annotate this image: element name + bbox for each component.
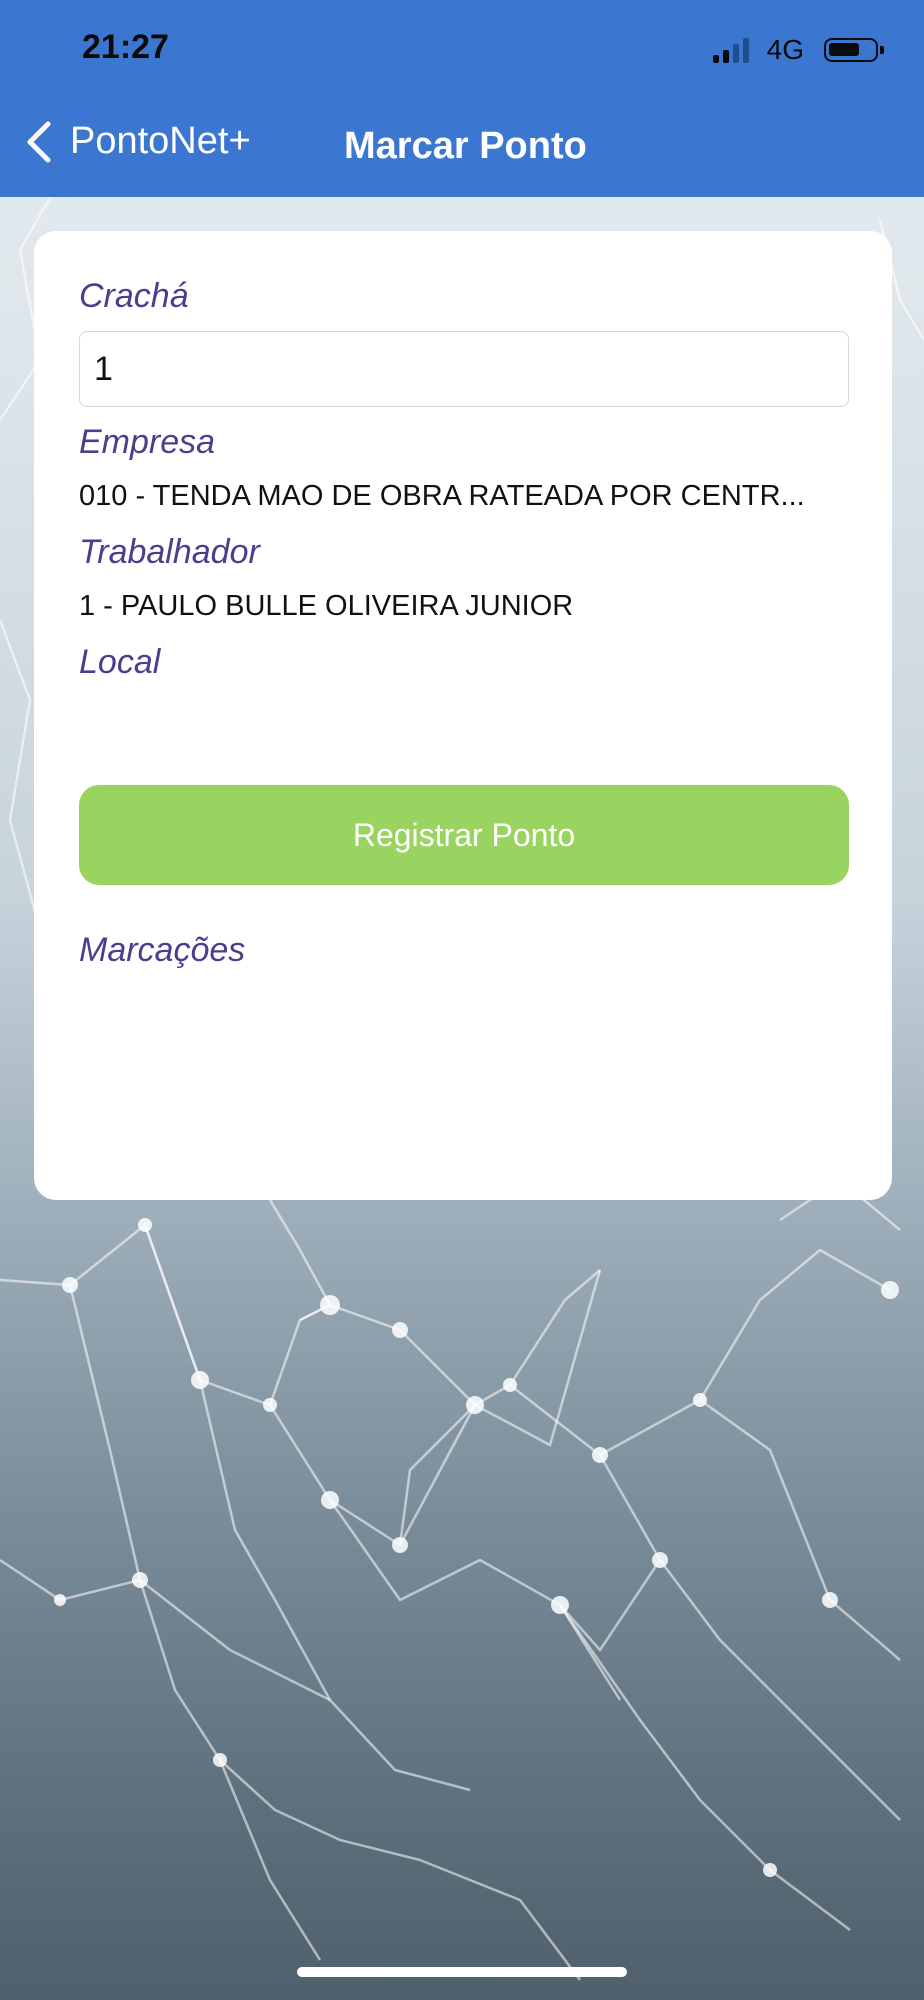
network-type: 4G bbox=[766, 34, 804, 65]
status-indicators: 4G bbox=[712, 34, 884, 66]
signal-bars-icon bbox=[712, 37, 749, 63]
empresa-label: Empresa bbox=[79, 423, 216, 461]
empresa-value: 010 - TENDA MAO DE OBRA RATEADA POR CENT… bbox=[79, 480, 805, 512]
chevron-left-icon bbox=[27, 121, 51, 162]
punch-card: Crachá Empresa 010 - TENDA MAO DE OBRA R… bbox=[34, 231, 892, 1200]
status-time: 21:27 bbox=[82, 28, 169, 66]
home-indicator[interactable] bbox=[297, 1967, 627, 1977]
cracha-label: Crachá bbox=[79, 277, 189, 315]
back-button-label: PontoNet+ bbox=[70, 120, 251, 162]
marcacoes-list bbox=[79, 991, 849, 1171]
local-label: Local bbox=[79, 643, 161, 681]
back-button[interactable]: PontoNet+ bbox=[26, 120, 251, 163]
trabalhador-value: 1 - PAULO BULLE OLIVEIRA JUNIOR bbox=[79, 590, 574, 622]
cracha-input[interactable] bbox=[79, 331, 849, 407]
battery-icon bbox=[824, 38, 884, 62]
trabalhador-label: Trabalhador bbox=[79, 533, 260, 571]
marcacoes-label: Marcações bbox=[79, 931, 246, 969]
page-title: Marcar Ponto bbox=[344, 125, 587, 167]
app-header: 21:27 4G PontoNet+ Marcar Ponto bbox=[0, 0, 924, 197]
register-punch-button[interactable]: Registrar Ponto bbox=[79, 785, 849, 885]
